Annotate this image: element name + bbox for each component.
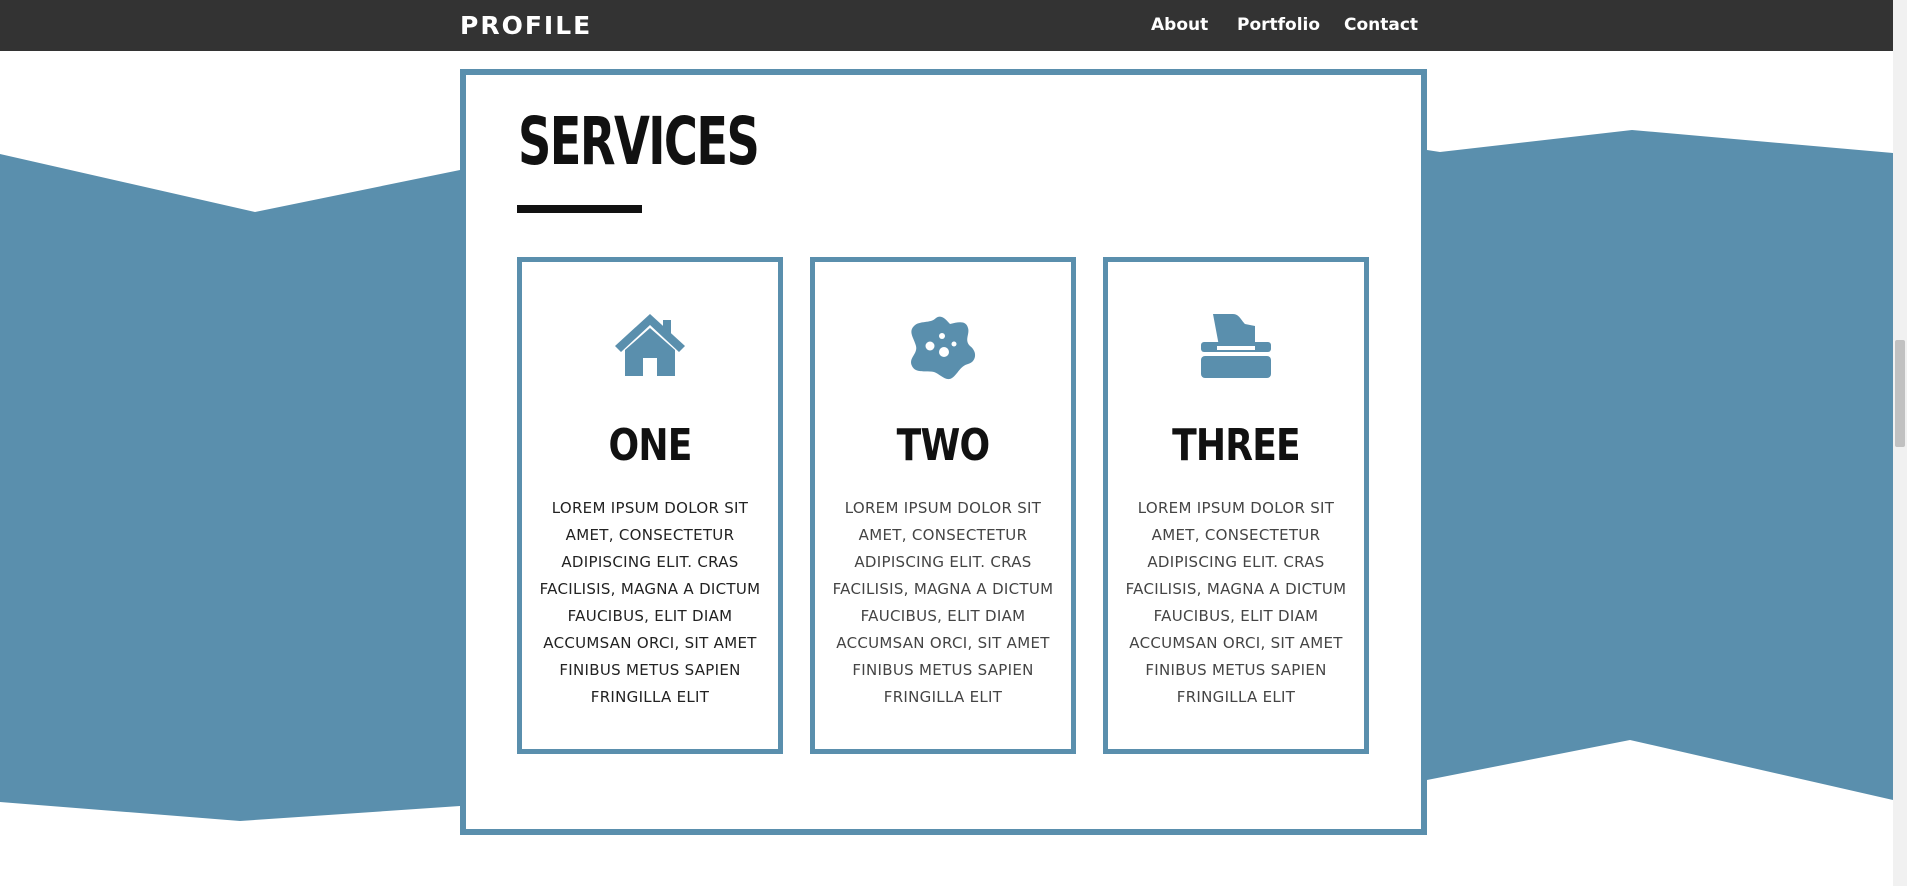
- card-description: Lorem ipsum dolor sit amet, consectetur …: [1125, 499, 1347, 706]
- germ-icon: [906, 312, 980, 382]
- nav-link-portfolio[interactable]: Portfolio: [1237, 15, 1320, 35]
- service-card-one: ONE Lorem ipsum dolor sit amet, consecte…: [517, 257, 783, 754]
- card-title: THREE: [1172, 420, 1301, 471]
- card-description: Lorem ipsum dolor sit amet, consectetur …: [539, 499, 761, 706]
- card-title: ONE: [608, 420, 692, 471]
- nav-link-about[interactable]: About: [1151, 15, 1208, 35]
- section-title: SERVICES: [518, 103, 760, 180]
- house-icon: [613, 312, 687, 382]
- title-underline: [517, 205, 642, 213]
- scrollbar-thumb[interactable]: [1895, 340, 1905, 447]
- service-card-three: THREE Lorem ipsum dolor sit amet, consec…: [1103, 257, 1369, 754]
- brand-logo[interactable]: PROFILE: [460, 11, 592, 40]
- services-section: SERVICES ONE Lorem ipsum dolor sit amet,…: [460, 69, 1427, 835]
- service-card-two: TWO Lorem ipsum dolor sit amet, consecte…: [810, 257, 1076, 754]
- nav-link-contact[interactable]: Contact: [1344, 15, 1418, 35]
- card-title: TWO: [896, 420, 990, 471]
- card-description: Lorem ipsum dolor sit amet, consectetur …: [832, 499, 1054, 706]
- tissue-box-icon: [1199, 312, 1273, 382]
- top-navbar: PROFILE About Portfolio Contact: [0, 0, 1893, 51]
- vertical-scrollbar[interactable]: [1893, 0, 1907, 886]
